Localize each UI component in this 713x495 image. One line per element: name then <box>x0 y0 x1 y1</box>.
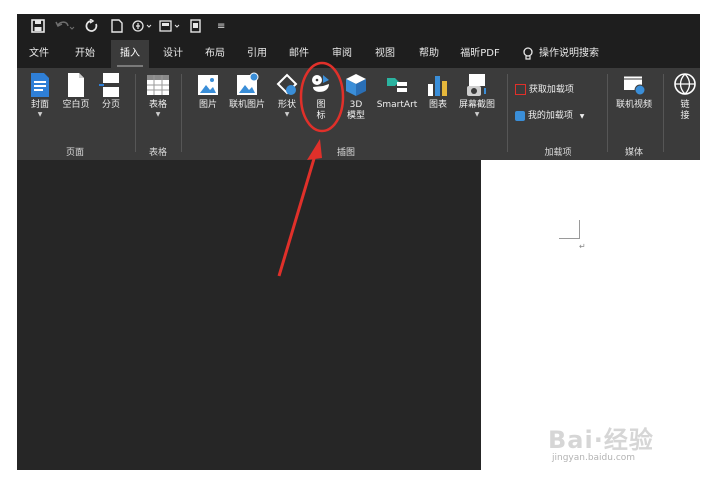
annotation-arrow-head <box>307 139 322 160</box>
baidu-watermark: Bai·经验 jingyan.baidu.com <box>548 420 654 463</box>
annotation-arrow-line <box>277 151 318 277</box>
watermark-logo-text: Bai·经验 <box>548 426 654 454</box>
highlight-circle <box>299 61 345 133</box>
